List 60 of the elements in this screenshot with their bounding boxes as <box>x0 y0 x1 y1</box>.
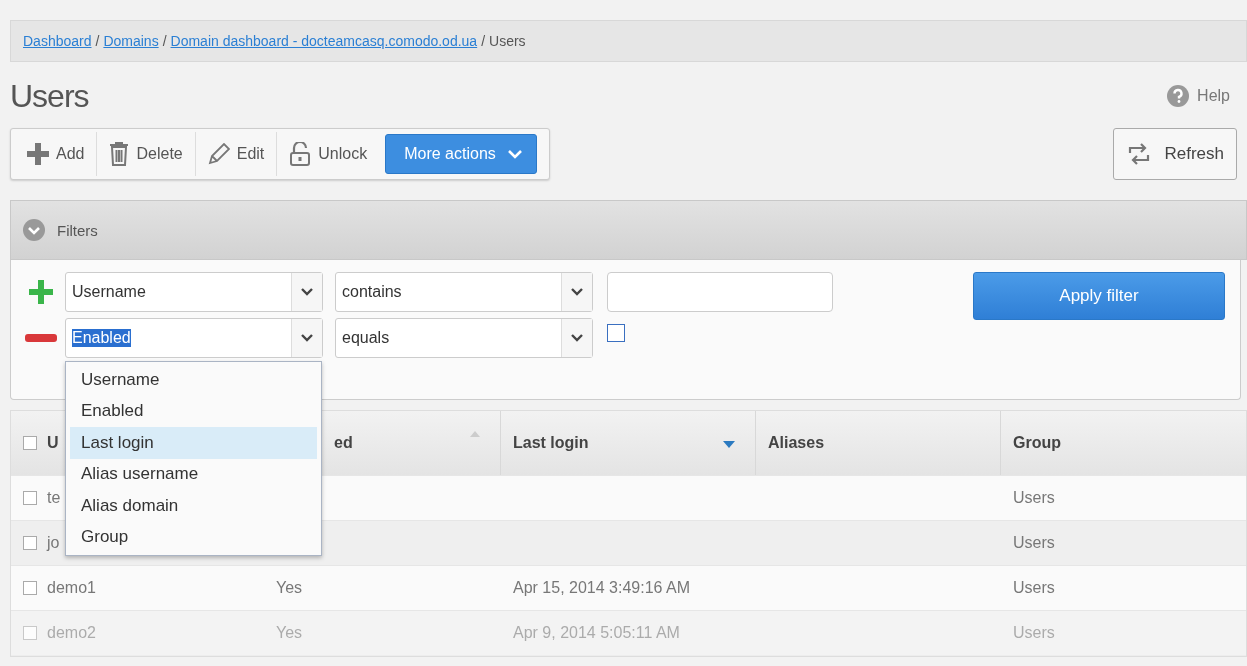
sort-up-icon[interactable] <box>470 431 480 437</box>
remove-filter-icon[interactable] <box>25 334 57 342</box>
field-select[interactable]: Enabled <box>65 318 323 358</box>
dropdown-option[interactable]: Enabled <box>70 395 317 427</box>
trash-icon <box>109 142 130 166</box>
select-all-checkbox[interactable] <box>23 436 37 450</box>
column-header[interactable]: U <box>47 434 59 452</box>
table-cell: Users <box>1013 579 1055 597</box>
filter-value-field[interactable] <box>607 272 833 312</box>
table-cell: jo <box>47 534 60 552</box>
dropdown-option[interactable]: Username <box>70 364 317 396</box>
toolbar-button[interactable]: Delete <box>97 132 196 176</box>
chevron-down-icon <box>571 288 583 296</box>
column-header[interactable]: ed <box>334 434 353 452</box>
row-checkbox[interactable] <box>23 626 37 640</box>
table-cell: Yes <box>276 579 303 597</box>
refresh-button[interactable]: Refresh <box>1113 128 1237 180</box>
pencil-icon <box>207 143 230 165</box>
table-cell: demo2 <box>47 624 96 642</box>
column-header[interactable]: Aliases <box>768 434 825 452</box>
filter-value-checkbox[interactable] <box>607 324 625 342</box>
table-cell: Users <box>1013 624 1055 642</box>
dropdown-option[interactable]: Alias username <box>70 458 317 490</box>
table-cell: Apr 9, 2014 5:05:11 AM <box>513 624 680 642</box>
row-checkbox[interactable] <box>23 491 37 505</box>
toolbar-button[interactable]: Unlock <box>277 132 380 176</box>
row-checkbox[interactable] <box>23 536 37 550</box>
chevron-down-icon <box>507 149 522 159</box>
table-cell: Users <box>1013 489 1055 507</box>
help-icon <box>1167 85 1190 107</box>
filters-header[interactable]: Filters <box>10 200 1247 260</box>
table-cell: Yes <box>276 624 303 642</box>
dropdown-option[interactable]: Group <box>70 521 317 553</box>
sort-down-icon[interactable] <box>723 441 735 448</box>
toolbar-button[interactable]: Add <box>15 132 98 176</box>
chevron-down-icon <box>301 288 313 296</box>
table-cell: te <box>47 489 61 507</box>
breadcrumb-separator: / <box>95 33 100 49</box>
unlock-icon <box>289 142 312 166</box>
table-cell: Apr 15, 2014 3:49:16 AM <box>513 579 690 597</box>
breadcrumb-current: Users <box>489 33 526 49</box>
table-cell: Users <box>1013 534 1055 552</box>
breadcrumb-separator: / <box>481 33 486 49</box>
breadcrumb-separator: / <box>162 33 167 49</box>
table-cell: demo1 <box>47 579 96 597</box>
column-header[interactable]: Group <box>1013 434 1061 452</box>
page-title: Users <box>10 77 89 115</box>
chevron-down-icon <box>301 334 313 342</box>
help-link[interactable]: Help <box>1167 85 1230 107</box>
row-checkbox[interactable] <box>23 581 37 595</box>
operator-select[interactable]: contains <box>335 272 593 312</box>
dropdown-option[interactable]: Alias domain <box>70 490 317 522</box>
toolbar-button[interactable]: Edit <box>195 132 278 176</box>
operator-select[interactable]: equals <box>335 318 593 358</box>
chevron-down-icon <box>571 334 583 342</box>
column-header[interactable]: Last login <box>513 434 589 452</box>
plus-icon <box>27 143 49 165</box>
field-select[interactable]: Username <box>65 272 323 312</box>
dropdown-option[interactable]: Last login <box>70 427 317 459</box>
filters-title: Filters <box>57 221 98 239</box>
